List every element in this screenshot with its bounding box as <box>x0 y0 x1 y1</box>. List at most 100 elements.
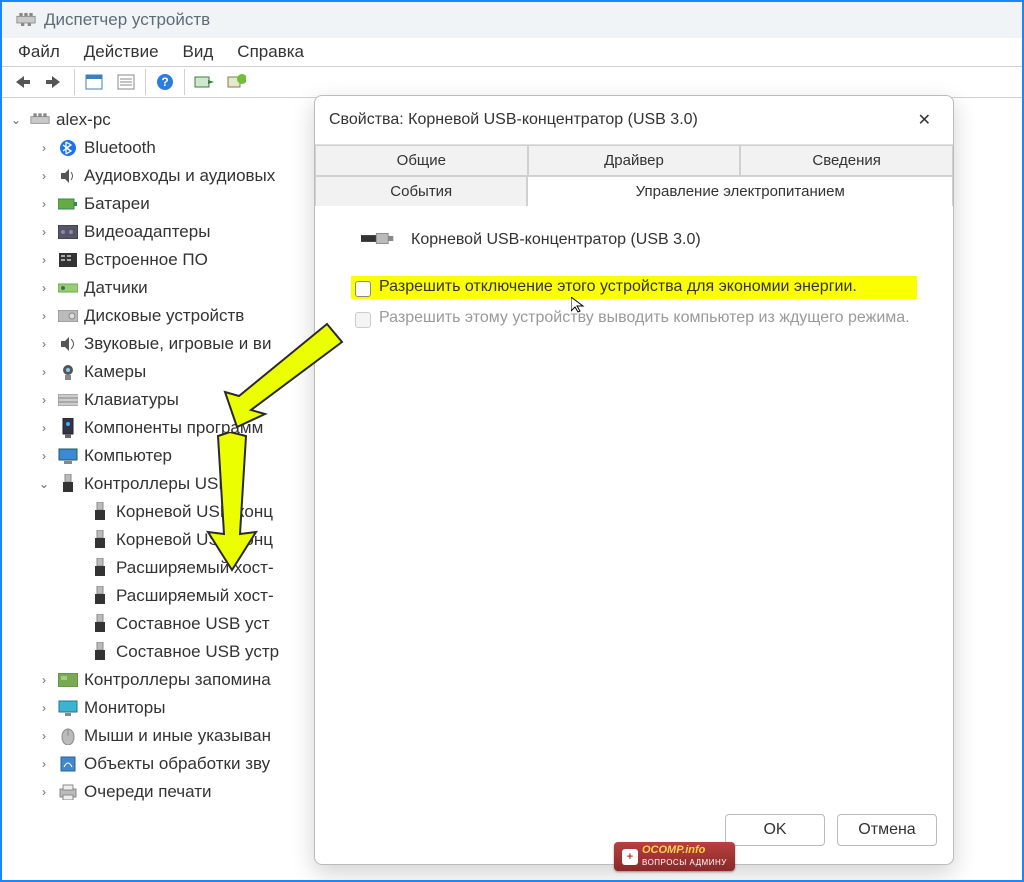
monitor-icon <box>58 698 78 718</box>
cancel-button[interactable]: Отмена <box>837 814 937 846</box>
toolbar: ? <box>2 66 1022 98</box>
tab-events[interactable]: События <box>315 176 527 206</box>
menu-file[interactable]: Файл <box>18 42 60 62</box>
chevron-right-icon[interactable]: › <box>36 302 52 330</box>
tree-item-label: Контроллеры USB <box>84 470 230 498</box>
battery-icon <box>58 194 78 214</box>
tree-subitem-label: Расширяемый хост- <box>116 554 274 582</box>
chevron-right-icon[interactable]: › <box>36 218 52 246</box>
checkbox-disabled-icon <box>355 312 371 328</box>
chevron-right-icon[interactable]: › <box>36 162 52 190</box>
chevron-right-icon[interactable]: › <box>36 750 52 778</box>
usb-port-icon <box>90 642 110 662</box>
tree-item-label: Мыши и иные указыван <box>84 722 271 750</box>
chevron-right-icon[interactable]: › <box>36 274 52 302</box>
dialog-titlebar: Свойства: Корневой USB-концентратор (USB… <box>315 96 953 144</box>
tree-item-label: Видеоадаптеры <box>84 218 210 246</box>
dialog-tabs: Общие Драйвер Сведения События Управлени… <box>315 144 953 206</box>
bluetooth-icon <box>58 138 78 158</box>
chevron-right-icon[interactable]: › <box>36 190 52 218</box>
chevron-right-icon[interactable]: › <box>36 666 52 694</box>
computer-icon <box>58 446 78 466</box>
toolbar-update[interactable] <box>221 69 251 95</box>
toolbar-help[interactable]: ? <box>150 69 180 95</box>
menu-view[interactable]: Вид <box>183 42 214 62</box>
menu-help[interactable]: Справка <box>237 42 304 62</box>
tree-item-label: Мониторы <box>84 694 165 722</box>
option-allow-power-off[interactable]: Разрешить отключение этого устройства дл… <box>351 276 917 299</box>
device-heading: Корневой USB-концентратор (USB 3.0) <box>361 230 921 250</box>
tree-subitem-label: Составное USB уст <box>116 610 270 638</box>
option-allow-power-off-label: Разрешить отключение этого устройства дл… <box>379 278 857 296</box>
checkbox-icon[interactable] <box>355 281 371 297</box>
usb-port-icon <box>90 586 110 606</box>
tree-item-label: Батареи <box>84 190 150 218</box>
tree-item-label: Контроллеры запомина <box>84 666 271 694</box>
chevron-down-icon[interactable]: ⌄ <box>8 106 24 134</box>
device-manager-icon <box>16 13 36 27</box>
menu-action[interactable]: Действие <box>84 42 159 62</box>
badge-sub: ВОПРОСЫ АДМИНУ <box>642 858 727 867</box>
chevron-right-icon[interactable]: › <box>36 694 52 722</box>
tree-item-label: Объекты обработки зву <box>84 750 270 778</box>
camera-icon <box>58 362 78 382</box>
svg-text:?: ? <box>161 75 168 89</box>
ok-button[interactable]: OK <box>725 814 825 846</box>
tree-subitem-label: Корневой USB-конц <box>116 498 273 526</box>
usb-icon <box>58 474 78 494</box>
window-title: Диспетчер устройств <box>44 10 210 30</box>
tab-details[interactable]: Сведения <box>740 145 953 176</box>
object-icon <box>58 754 78 774</box>
plus-icon: + <box>622 849 638 865</box>
tab-driver[interactable]: Драйвер <box>528 145 741 176</box>
tree-item-label: Камеры <box>84 358 146 386</box>
usb-port-icon <box>90 558 110 578</box>
tree-item-label: Bluetooth <box>84 134 156 162</box>
chevron-right-icon[interactable]: › <box>36 246 52 274</box>
sound-icon <box>58 334 78 354</box>
chevron-right-icon[interactable]: › <box>36 330 52 358</box>
option-allow-wake-label: Разрешить этому устройству выводить комп… <box>379 309 910 327</box>
close-button[interactable]: ✕ <box>910 106 939 134</box>
tree-item-label: Звуковые, игровые и ви <box>84 330 271 358</box>
badge-main: OCOMP.info <box>642 844 705 856</box>
tab-general[interactable]: Общие <box>315 145 528 176</box>
firmware-icon <box>58 250 78 270</box>
disk-icon <box>58 306 78 326</box>
tree-item-label: Компоненты программ <box>84 414 263 442</box>
keyboard-icon <box>58 390 78 410</box>
usb-plug-icon <box>361 230 395 250</box>
toolbar-scan[interactable] <box>189 69 219 95</box>
chevron-right-icon[interactable]: › <box>36 386 52 414</box>
tree-item-label: Очереди печати <box>84 778 212 806</box>
forward-button[interactable] <box>40 69 70 95</box>
computer-chip-icon <box>30 110 50 130</box>
usb-port-icon <box>90 614 110 634</box>
tree-item-label: Клавиатуры <box>84 386 179 414</box>
tree-item-label: Встроенное ПО <box>84 246 208 274</box>
tree-root-label: alex-pc <box>56 106 111 134</box>
back-button[interactable] <box>8 69 38 95</box>
tree-item-label: Дисковые устройств <box>84 302 244 330</box>
tree-subitem-label: Расширяемый хост- <box>116 582 274 610</box>
cursor-icon <box>571 297 587 313</box>
device-name: Корневой USB-концентратор (USB 3.0) <box>411 231 701 249</box>
option-allow-wake: Разрешить этому устройству выводить комп… <box>351 307 917 330</box>
printer-icon <box>58 782 78 802</box>
chevron-right-icon[interactable]: › <box>36 778 52 806</box>
sensor-icon <box>58 278 78 298</box>
chevron-right-icon[interactable]: › <box>36 414 52 442</box>
chevron-right-icon[interactable]: › <box>36 442 52 470</box>
tab-power-management[interactable]: Управление электропитанием <box>527 176 953 206</box>
chevron-right-icon[interactable]: › <box>36 134 52 162</box>
tree-item-label: Аудиовходы и аудиовых <box>84 162 275 190</box>
tree-subitem-label: Корневой USB-конц <box>116 526 273 554</box>
chevron-down-icon[interactable]: ⌄ <box>36 470 52 498</box>
usb-port-icon <box>90 502 110 522</box>
titlebar: Диспетчер устройств <box>2 2 1022 38</box>
chevron-right-icon[interactable]: › <box>36 358 52 386</box>
toolbar-properties[interactable] <box>111 69 141 95</box>
menubar: Файл Действие Вид Справка <box>2 38 1022 66</box>
toolbar-show-hide[interactable] <box>79 69 109 95</box>
chevron-right-icon[interactable]: › <box>36 722 52 750</box>
